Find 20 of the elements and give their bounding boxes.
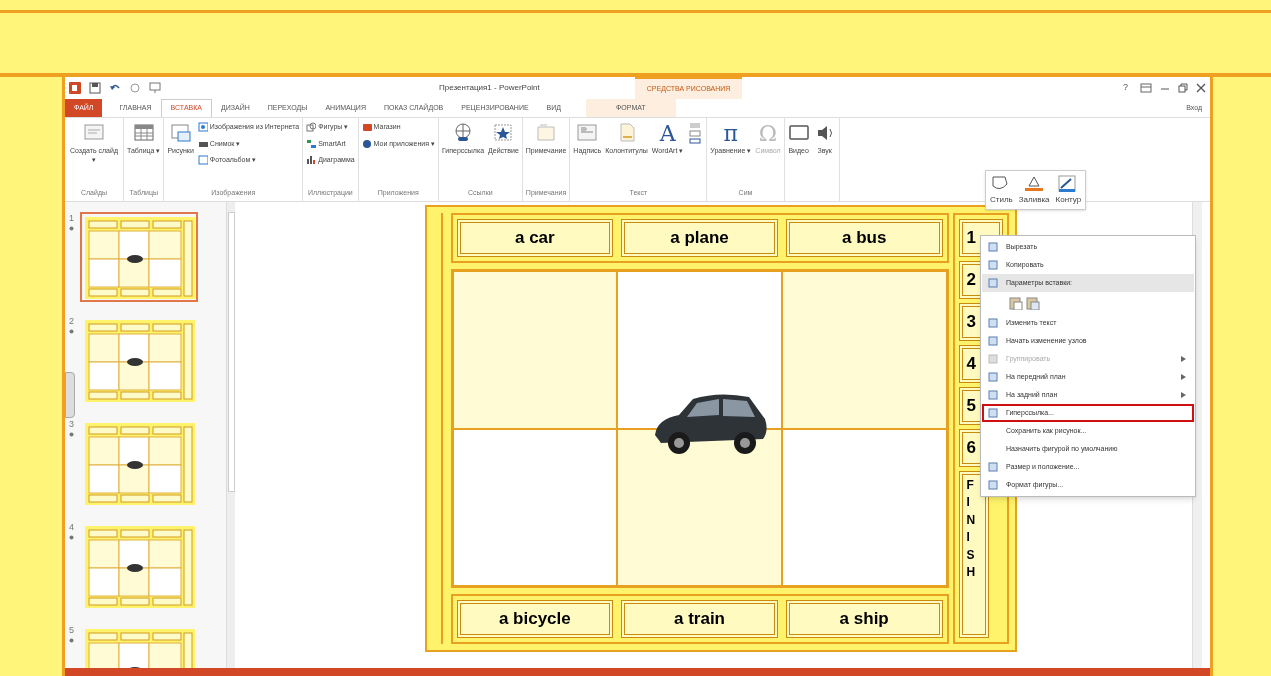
word-card[interactable]: a car (456, 219, 614, 257)
symbol-icon: A (659, 122, 676, 146)
toolbar-button[interactable]: Контур (1055, 194, 1082, 206)
slide-number: 5 (69, 624, 74, 637)
symbol-icon: π (723, 122, 739, 146)
slide-number: 4 (69, 521, 74, 534)
word-card[interactable]: a bicycle (456, 600, 614, 638)
help-button[interactable]: ? (1119, 81, 1132, 95)
word-card[interactable]: a plane (621, 219, 778, 257)
window-title: Презентация1 - PowerPoint (439, 82, 540, 94)
slide-number: 2 (69, 315, 74, 328)
word-card[interactable]: a ship (785, 600, 943, 638)
toolbar-button[interactable]: Стиль (990, 194, 1013, 206)
finish-box[interactable]: FINISH (958, 471, 989, 638)
slide-number: 3 (69, 418, 74, 431)
symbol-icon: Ω (758, 122, 778, 146)
toolbar-button[interactable]: Заливка (1018, 194, 1050, 206)
word-card[interactable]: a bus (785, 219, 943, 257)
slide-number: 1 (69, 212, 74, 225)
word-card[interactable]: a train (621, 600, 778, 638)
